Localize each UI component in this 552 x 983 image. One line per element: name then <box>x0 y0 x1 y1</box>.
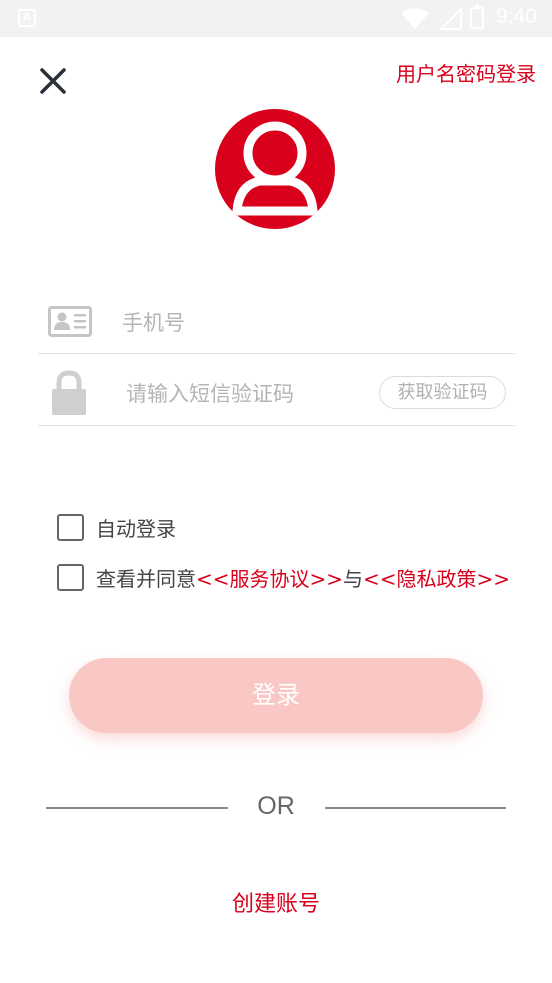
signal-icon <box>440 8 462 30</box>
phone-input[interactable] <box>122 306 502 340</box>
agreement-prefix: 查看并同意 <box>96 567 196 591</box>
phone-field <box>38 290 515 354</box>
auto-login-label: 自动登录 <box>96 517 176 541</box>
battery-icon <box>470 4 484 29</box>
create-account-label[interactable]: 创建账号 <box>232 892 320 917</box>
or-label: OR <box>257 792 295 820</box>
get-code-button[interactable]: 获取验证码 <box>379 376 506 409</box>
auto-login-row: 自动登录 <box>57 513 176 542</box>
agreement-checkbox[interactable] <box>57 564 84 591</box>
user-icon <box>232 121 318 216</box>
sms-code-field: 获取验证码 <box>38 362 515 426</box>
lock-icon <box>52 370 86 415</box>
avatar <box>215 109 335 229</box>
username-password-login-link[interactable]: 用户名密码登录 <box>396 58 536 87</box>
privacy-policy-link[interactable]: <<隐私政策>> <box>363 563 510 592</box>
divider-right <box>325 807 506 809</box>
login-button[interactable]: 登录 <box>69 658 483 733</box>
notification-icon: A <box>18 9 36 27</box>
agreement-connector: 与 <box>343 567 364 591</box>
wifi-icon <box>401 8 429 29</box>
agreement-row: 查看并同意 <<服务协议>> 与 <<隐私政策>> <box>57 563 510 592</box>
auto-login-checkbox[interactable] <box>57 514 84 541</box>
service-agreement-link[interactable]: <<服务协议>> <box>196 563 343 592</box>
id-card-icon <box>48 306 92 337</box>
sms-code-input[interactable] <box>126 377 356 411</box>
create-account-link[interactable]: 创建账号 <box>0 886 552 918</box>
status-bar: A 9:40 <box>0 0 552 37</box>
divider-left <box>46 807 228 809</box>
status-time: 9:40 <box>496 5 537 28</box>
close-icon[interactable] <box>36 64 70 98</box>
